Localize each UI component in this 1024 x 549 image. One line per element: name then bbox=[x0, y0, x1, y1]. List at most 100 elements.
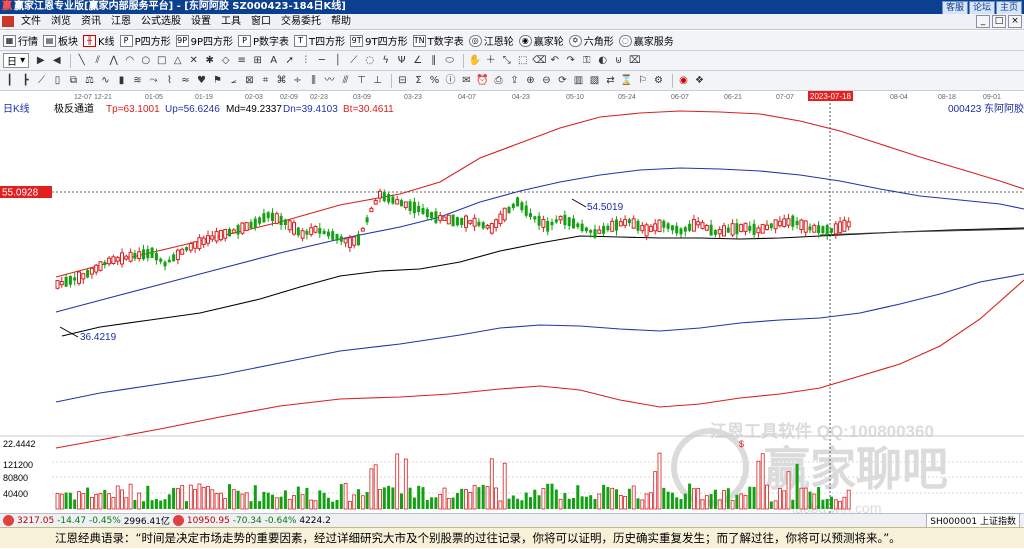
menu-trade[interactable]: 交易委托 bbox=[276, 14, 326, 30]
toolbar-9p-square-button[interactable]: 9P 9P四方形 bbox=[175, 32, 233, 50]
stat-icon[interactable]: Σ bbox=[412, 74, 425, 87]
compare-icon[interactable]: ⇄ bbox=[604, 74, 617, 87]
gann-angle-icon[interactable]: ⦟ bbox=[227, 74, 240, 87]
right-arrow-icon[interactable]: ▶ bbox=[34, 54, 47, 67]
toolbar-quotes-button[interactable]: ▦ 行情 bbox=[3, 32, 38, 50]
gann-box-icon[interactable]: ⊠ bbox=[243, 74, 256, 87]
magnet-icon[interactable]: ⊍ bbox=[612, 54, 625, 67]
boll-icon[interactable]: ≈ bbox=[179, 74, 192, 87]
calc-icon[interactable]: ⊟ bbox=[396, 74, 409, 87]
toolbar-sector-button[interactable]: ▤ 板块 bbox=[43, 32, 78, 50]
draw-square-icon[interactable]: □ bbox=[155, 54, 168, 67]
menu-info[interactable]: 资讯 bbox=[76, 14, 106, 30]
news-icon[interactable]: ✉ bbox=[460, 74, 473, 87]
draw-arrow-icon[interactable]: ➚ bbox=[283, 54, 296, 67]
draw-cross-icon[interactable]: ✕ bbox=[187, 54, 200, 67]
info-icon[interactable]: ⓘ bbox=[444, 74, 457, 87]
resist-icon[interactable]: ⊤ bbox=[355, 74, 368, 87]
menu-help[interactable]: 帮助 bbox=[326, 14, 356, 30]
flag-icon[interactable]: ⚐ bbox=[636, 74, 649, 87]
draw-parallel-icon[interactable]: ∥ bbox=[427, 54, 440, 67]
record-icon[interactable]: ◉ bbox=[677, 74, 690, 87]
refresh-icon[interactable]: ⟳ bbox=[556, 74, 569, 87]
ma-icon[interactable]: ∿ bbox=[99, 74, 112, 87]
draw-diamond-icon[interactable]: ◇ bbox=[219, 54, 232, 67]
time-square-icon[interactable]: ⌗ bbox=[259, 74, 272, 87]
toolbar-p-number-table-button[interactable]: P P数字表 bbox=[238, 32, 289, 50]
draw-cycle-icon[interactable]: ⫶ bbox=[299, 54, 312, 67]
line-type-icon[interactable]: ⟋ bbox=[35, 74, 48, 87]
toolbar-winner-service-button[interactable]: ◌ 赢家服务 bbox=[618, 32, 674, 50]
delete-icon[interactable]: ⌫ bbox=[532, 54, 546, 67]
forum-button[interactable]: 论坛 bbox=[968, 1, 995, 15]
toolbar-kline-button[interactable]: ╫ K线 bbox=[83, 32, 115, 50]
draw-fan-icon[interactable]: ⋀ bbox=[107, 54, 120, 67]
menu-formula-stock-selection[interactable]: 公式选股 bbox=[136, 14, 186, 30]
history-icon[interactable]: ⌛ bbox=[620, 74, 633, 87]
draw-text-icon[interactable]: A bbox=[267, 54, 280, 67]
draw-ellipse-icon[interactable]: ⬭ bbox=[443, 54, 456, 67]
support-icon[interactable]: ⊥ bbox=[371, 74, 384, 87]
vol-icon[interactable]: ▮ bbox=[115, 74, 128, 87]
percent-icon[interactable]: % bbox=[428, 74, 441, 87]
alarm-icon[interactable]: ⏰ bbox=[476, 74, 489, 87]
menu-browse[interactable]: 浏览 bbox=[46, 14, 76, 30]
toolbar-p-square-button[interactable]: P P四方形 bbox=[119, 32, 171, 50]
draw-circle-icon[interactable]: ○ bbox=[139, 54, 152, 67]
homepage-button[interactable]: 主页 bbox=[995, 1, 1022, 15]
bar-type-icon[interactable]: ┣ bbox=[19, 74, 32, 87]
left-arrow-icon[interactable]: ◀ bbox=[50, 54, 63, 67]
menu-gann[interactable]: 江恩 bbox=[106, 14, 136, 30]
menu-settings[interactable]: 设置 bbox=[186, 14, 216, 30]
palette-icon[interactable]: ❖ bbox=[693, 74, 706, 87]
period-select[interactable]: 日 ▾ bbox=[3, 53, 30, 68]
macd-icon[interactable]: ≋ bbox=[131, 74, 144, 87]
draw-spiral-icon[interactable]: ◌ bbox=[363, 54, 376, 67]
draw-triangle-icon[interactable]: △ bbox=[171, 54, 184, 67]
toolbar-winner-wheel-button[interactable]: ◉ 赢家轮 bbox=[518, 32, 564, 50]
config-icon[interactable]: ⚙ bbox=[652, 74, 665, 87]
index-ticker[interactable]: SH000001 上证指数 bbox=[926, 513, 1020, 528]
draw-arc-icon[interactable]: ◠ bbox=[123, 54, 136, 67]
print-icon[interactable]: ⎙ bbox=[492, 74, 505, 87]
zoom-in-icon[interactable]: ⊕ bbox=[524, 74, 537, 87]
sz-index-value[interactable]: 10950.95 bbox=[187, 516, 230, 526]
redo-icon[interactable]: ↷ bbox=[564, 54, 577, 67]
maximize-button[interactable]: □ bbox=[992, 15, 1006, 28]
lock-icon[interactable]: ⚿ bbox=[580, 54, 593, 67]
toolbar-t-square-button[interactable]: T T四方形 bbox=[294, 32, 345, 50]
menu-tools[interactable]: 工具 bbox=[216, 14, 246, 30]
channel-icon[interactable]: ⫻ bbox=[339, 74, 352, 87]
undo-icon[interactable]: ↶ bbox=[548, 54, 561, 67]
draw-grid-icon[interactable]: ⊞ bbox=[251, 54, 264, 67]
ratio-icon[interactable]: ÷ bbox=[291, 74, 304, 87]
cycle-line-icon[interactable]: ⫼ bbox=[307, 74, 320, 87]
split-icon[interactable]: ▧ bbox=[588, 74, 601, 87]
draw-vline-icon[interactable]: │ bbox=[331, 54, 344, 67]
layout-icon[interactable]: ▥ bbox=[572, 74, 585, 87]
select-icon[interactable]: ⬚ bbox=[516, 54, 529, 67]
draw-line-icon[interactable]: ╲ bbox=[75, 54, 88, 67]
eraser-icon[interactable]: ⌧ bbox=[628, 54, 641, 67]
toolbar-gann-wheel-button[interactable]: ◎ 江恩轮 bbox=[468, 32, 514, 50]
system-menu-icon[interactable] bbox=[2, 16, 14, 27]
weight-icon[interactable]: ⚖ bbox=[83, 74, 96, 87]
draw-bolt-icon[interactable]: ϟ bbox=[379, 54, 392, 67]
kline-type-icon[interactable]: ┃ bbox=[3, 74, 16, 87]
menu-window[interactable]: 窗口 bbox=[246, 14, 276, 30]
customer-service-button[interactable]: 客服 bbox=[941, 1, 968, 15]
zoom-icon[interactable]: ⤡ bbox=[500, 54, 513, 67]
kline-chart[interactable]: 12-07 12-21 01-05 01-19 02-03 02-09 02-23 03-09… bbox=[0, 91, 1024, 513]
toolbar-t-number-table-button[interactable]: TN T数字表 bbox=[412, 32, 464, 50]
draw-hline-icon[interactable]: ─ bbox=[315, 54, 328, 67]
toolbar-9t-square-button[interactable]: 9T 9T四方形 bbox=[350, 32, 408, 50]
draw-channel-icon[interactable]: ⫽ bbox=[91, 54, 104, 67]
rsi-icon[interactable]: ⌇ bbox=[163, 74, 176, 87]
crosshair-icon[interactable]: ＋ bbox=[484, 54, 497, 67]
color-icon[interactable]: ◐ bbox=[596, 54, 609, 67]
minimize-button[interactable]: _ bbox=[976, 15, 990, 28]
wave-icon[interactable]: 〰 bbox=[323, 74, 336, 87]
draw-fib-icon[interactable]: ≡ bbox=[235, 54, 248, 67]
tag-icon[interactable]: ⚑ bbox=[211, 74, 224, 87]
draw-ray-icon[interactable]: ⟋ bbox=[347, 54, 360, 67]
